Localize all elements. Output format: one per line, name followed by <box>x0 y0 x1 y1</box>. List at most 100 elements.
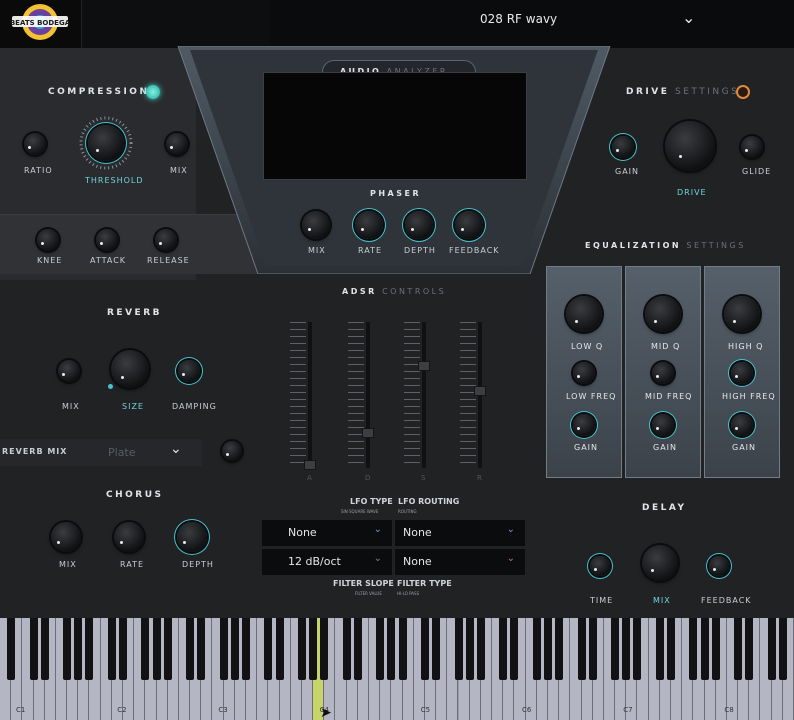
chorus-depth-label: DEPTH <box>182 560 214 569</box>
black-key[interactable] <box>778 618 787 680</box>
black-key[interactable] <box>465 618 474 680</box>
black-key[interactable] <box>40 618 49 680</box>
fader-a-ticks <box>290 322 306 468</box>
reverb-type-value[interactable]: Plate <box>108 446 136 459</box>
black-key[interactable] <box>152 618 161 680</box>
filter-type-dropdown[interactable]: None ⌄ <box>395 549 525 575</box>
black-key[interactable] <box>633 618 642 680</box>
black-key[interactable] <box>342 618 351 680</box>
black-key[interactable] <box>476 618 485 680</box>
logo: BEATS BODEGA <box>0 0 82 48</box>
low-q-knob[interactable] <box>566 296 602 332</box>
attack-knob[interactable] <box>96 229 118 251</box>
reverb-size-knob[interactable] <box>111 350 149 388</box>
lfo-routing-dropdown[interactable]: None ⌄ <box>395 520 525 546</box>
black-key[interactable] <box>141 618 150 680</box>
filter-slope-dropdown[interactable]: 12 dB/oct ⌄ <box>262 549 392 575</box>
black-key[interactable] <box>588 618 597 680</box>
low-gain-knob[interactable] <box>573 414 595 436</box>
fader-a[interactable] <box>304 460 316 470</box>
black-key[interactable] <box>353 618 362 680</box>
phaser-feedback-knob[interactable] <box>455 211 483 239</box>
black-key[interactable] <box>63 618 72 680</box>
mid-gain-label: GAIN <box>653 443 678 452</box>
black-key[interactable] <box>655 618 664 680</box>
high-q-knob[interactable] <box>724 296 760 332</box>
black-key[interactable] <box>734 618 743 680</box>
black-key[interactable] <box>622 618 631 680</box>
mid-freq-knob[interactable] <box>652 362 674 384</box>
black-key[interactable] <box>242 618 251 680</box>
lfo-type-dropdown[interactable]: None ⌄ <box>262 520 392 546</box>
high-freq-knob[interactable] <box>731 362 753 384</box>
glide-knob[interactable] <box>741 136 763 158</box>
black-key[interactable] <box>387 618 396 680</box>
phaser-mix-knob[interactable] <box>302 211 330 239</box>
black-key[interactable] <box>510 618 519 680</box>
chorus-depth-knob[interactable] <box>177 522 207 552</box>
black-key[interactable] <box>219 618 228 680</box>
delay-feedback-knob[interactable] <box>709 556 729 576</box>
black-key[interactable] <box>7 618 16 680</box>
black-key[interactable] <box>107 618 116 680</box>
black-key[interactable] <box>611 618 620 680</box>
black-key[interactable] <box>689 618 698 680</box>
black-key[interactable] <box>197 618 206 680</box>
delay-mix-knob[interactable] <box>642 545 678 581</box>
black-key[interactable] <box>309 618 318 680</box>
fader-r[interactable] <box>474 386 486 396</box>
black-key[interactable] <box>666 618 675 680</box>
high-gain-knob[interactable] <box>731 414 753 436</box>
black-key[interactable] <box>230 618 239 680</box>
black-key[interactable] <box>264 618 273 680</box>
black-key[interactable] <box>532 618 541 680</box>
reverb-mix-knob[interactable] <box>58 360 80 382</box>
chevron-down-icon[interactable]: ⌄ <box>682 8 695 27</box>
black-key[interactable] <box>163 618 172 680</box>
black-key[interactable] <box>745 618 754 680</box>
black-key[interactable] <box>320 618 329 680</box>
phaser-rate-knob[interactable] <box>355 211 383 239</box>
black-key[interactable] <box>398 618 407 680</box>
drive-knob[interactable] <box>665 121 715 171</box>
drive-gain-knob[interactable] <box>612 136 634 158</box>
black-key[interactable] <box>85 618 94 680</box>
preset-selector[interactable]: 028 RF wavy ⌄ <box>270 0 794 48</box>
black-key[interactable] <box>499 618 508 680</box>
black-key[interactable] <box>420 618 429 680</box>
black-key[interactable] <box>186 618 195 680</box>
low-freq-knob[interactable] <box>573 362 595 384</box>
piano-keyboard[interactable]: C1 C2 C3 C4 C5 C6 C7 C8 <box>0 618 794 720</box>
fader-s[interactable] <box>418 361 430 371</box>
black-key[interactable] <box>700 618 709 680</box>
fader-d[interactable] <box>362 428 374 438</box>
black-key[interactable] <box>432 618 441 680</box>
black-key[interactable] <box>275 618 284 680</box>
drive-power-led[interactable] <box>736 85 750 99</box>
delay-time-knob[interactable] <box>590 556 610 576</box>
chevron-down-icon[interactable]: ⌄ <box>170 441 182 457</box>
black-key[interactable] <box>297 618 306 680</box>
knee-knob[interactable] <box>37 229 59 251</box>
black-key[interactable] <box>577 618 586 680</box>
mid-q-knob[interactable] <box>645 296 681 332</box>
ratio-knob[interactable] <box>24 133 46 155</box>
black-key[interactable] <box>376 618 385 680</box>
black-key[interactable] <box>711 618 720 680</box>
mid-gain-knob[interactable] <box>652 414 674 436</box>
black-key[interactable] <box>454 618 463 680</box>
black-key[interactable] <box>74 618 83 680</box>
black-key[interactable] <box>29 618 38 680</box>
black-key[interactable] <box>119 618 127 680</box>
chorus-mix-knob[interactable] <box>51 522 81 552</box>
reverb-amount-knob[interactable] <box>222 441 242 461</box>
chorus-rate-knob[interactable] <box>114 522 144 552</box>
lfo-routing-value: None <box>403 526 432 539</box>
compression-power-led[interactable] <box>146 85 160 99</box>
black-key[interactable] <box>555 618 564 680</box>
black-key[interactable] <box>543 618 552 680</box>
damping-knob[interactable] <box>178 360 200 382</box>
phaser-depth-knob[interactable] <box>405 211 433 239</box>
threshold-knob[interactable] <box>88 125 124 161</box>
black-key[interactable] <box>767 618 776 680</box>
